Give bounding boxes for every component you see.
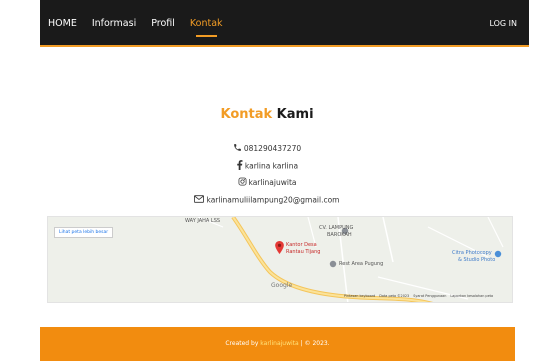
email-icon <box>194 195 205 205</box>
map-label-citra-line1: Citra Photocopy <box>452 250 492 256</box>
map-attribution: Pintasan keyboard Data peta ©2023 Syarat… <box>344 294 493 298</box>
map-data-text: Data peta ©2023 <box>379 294 410 298</box>
facebook-name[interactable]: karlina karlina <box>245 162 298 171</box>
terms-link[interactable]: Syarat Penggunaan <box>413 294 446 298</box>
map-background <box>48 217 512 302</box>
view-larger-map-link[interactable]: Lihat peta lebih besar <box>54 227 114 238</box>
map-label-kantor-line1: Kantor Desa <box>286 242 317 248</box>
login-link[interactable]: LOG IN <box>489 19 517 28</box>
site-footer: Created by karlinajuwita | © 2023. <box>40 327 515 361</box>
instagram-icon <box>238 177 247 188</box>
page-title-rest: Kami <box>276 107 314 122</box>
keyboard-shortcuts-link[interactable]: Pintasan keyboard <box>344 294 375 298</box>
instagram-handle[interactable]: karlinajuwita <box>249 178 297 187</box>
map-label-cv-line2: BAROKAH <box>327 232 352 238</box>
nav-item-kontak[interactable]: Kontak <box>190 18 223 37</box>
footer-prefix: Created by <box>225 340 259 347</box>
contact-phone: 081290437270 <box>0 143 534 154</box>
map-embed[interactable]: Lihat peta lebih besar WAY JAHA LSS CV. … <box>47 216 513 303</box>
report-error-link[interactable]: Laporkan kesalahan peta <box>450 294 493 298</box>
map-label-kantor-line2: Rantau Tijang <box>286 249 321 255</box>
contact-instagram: karlinajuwita <box>0 177 534 188</box>
google-logo: Google <box>271 282 293 289</box>
navbar: HOME Informasi Profil Kontak LOG IN <box>40 0 529 47</box>
nav-item-informasi[interactable]: Informasi <box>92 18 136 29</box>
contact-facebook: karlina karlina <box>0 160 534 172</box>
nav-item-profil[interactable]: Profil <box>151 18 175 29</box>
contact-email: karlinamuliilampung20@gmail.com <box>0 195 534 205</box>
phone-icon <box>233 143 242 154</box>
footer-suffix: | © 2023. <box>300 340 330 347</box>
page-title: Kontak Kami <box>0 107 534 122</box>
nav-item-home[interactable]: HOME <box>48 18 77 29</box>
footer-author[interactable]: karlinajuwita <box>260 340 298 347</box>
map-label-citra-line2: & Studio Photo <box>458 257 496 263</box>
email-address[interactable]: karlinamuliilampung20@gmail.com <box>206 196 339 205</box>
footer-credit: Created by karlinajuwita | © 2023. <box>225 340 329 347</box>
map-label-way-jaha: WAY JAHA LSS <box>185 218 221 224</box>
phone-number: 081290437270 <box>243 144 302 153</box>
facebook-icon <box>236 160 243 172</box>
nav-links: HOME Informasi Profil Kontak <box>48 18 238 37</box>
map-label-cv-line1: CV. LAMPUNG <box>319 225 354 231</box>
page-title-accent: Kontak <box>220 107 273 122</box>
map-label-rest-area: Rest Area Pugung <box>339 261 384 267</box>
